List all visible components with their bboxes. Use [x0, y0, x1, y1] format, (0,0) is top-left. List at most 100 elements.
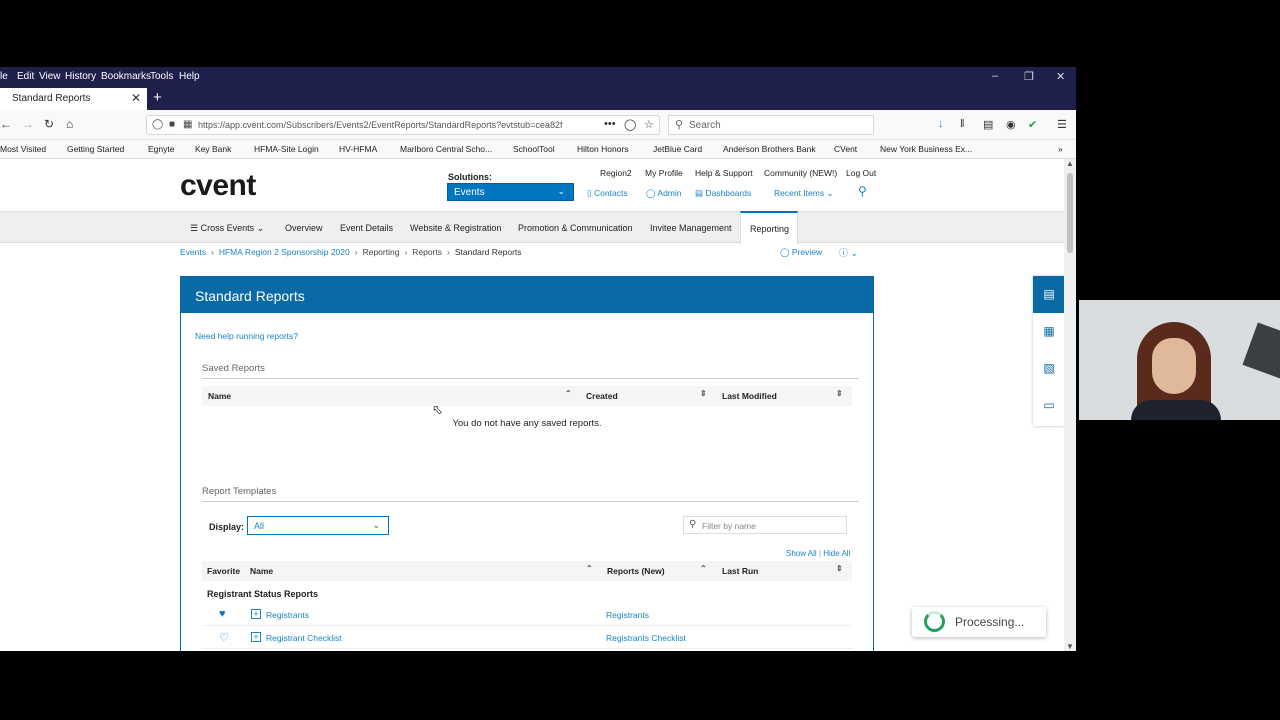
help-running-reports-link[interactable]: Need help running reports? — [195, 331, 298, 341]
cvent-logo[interactable]: cvent — [180, 169, 256, 203]
bookmark-item[interactable]: SchoolTool — [513, 144, 555, 154]
chat-icon[interactable]: ▭ — [1033, 387, 1064, 424]
minimize-icon[interactable]: – — [992, 70, 998, 82]
help-support-link[interactable]: Help & Support — [695, 168, 753, 178]
menu-view[interactable]: View — [39, 71, 61, 82]
report-name-link[interactable]: Registrants — [266, 610, 309, 620]
table-icon[interactable]: ▧ — [1033, 350, 1064, 387]
col-last-modified[interactable]: Last Modified — [722, 391, 777, 401]
sort-icon[interactable]: ⌃ — [586, 564, 593, 573]
sort-icon[interactable]: ⇕ — [836, 389, 843, 398]
back-icon[interactable]: ← — [0, 117, 12, 131]
my-profile-link[interactable]: My Profile — [645, 168, 683, 178]
nav-invitee-management[interactable]: Invitee Management — [650, 223, 732, 233]
tab-close-icon[interactable]: ✕ — [131, 91, 141, 105]
bookmark-item[interactable]: Anderson Brothers Bank — [723, 144, 816, 154]
url-bar[interactable]: ◯ ■ ▦ https://app.cvent.com/Subscribers/… — [146, 115, 660, 135]
sort-icon[interactable]: ⇕ — [700, 389, 707, 398]
browser-search-input[interactable]: ⚲ Search — [668, 115, 874, 135]
bookmark-item[interactable]: HFMA-Site Login — [254, 144, 319, 154]
account-icon[interactable]: ◉ — [1006, 118, 1016, 131]
reports-list-icon[interactable]: ▤ — [1033, 276, 1064, 313]
recent-items-link[interactable]: Recent Items ⌄ — [774, 188, 834, 199]
sort-icon[interactable]: ⌃ — [700, 564, 707, 573]
download-icon[interactable]: ↓ — [938, 118, 944, 130]
report-name-link[interactable]: Registrant Checklist — [266, 633, 342, 643]
favorite-heart-filled-icon[interactable]: ♥ — [219, 608, 226, 620]
scroll-thumb[interactable] — [1067, 173, 1073, 253]
menu-help[interactable]: Help — [179, 71, 200, 82]
bookmark-item[interactable]: Most Visited — [0, 144, 46, 154]
filter-input[interactable]: ⚲ Filter by name — [683, 516, 847, 534]
community-link[interactable]: Community (NEW!) — [764, 168, 837, 178]
bookmark-item[interactable]: Key Bank — [195, 144, 231, 154]
bookmark-item[interactable]: HV-HFMA — [339, 144, 377, 154]
preview-link[interactable]: ◯ Preview — [780, 247, 822, 258]
search-icon[interactable]: ⚲ — [858, 184, 867, 198]
pocket-icon[interactable]: ◯ — [624, 118, 636, 131]
sort-icon[interactable]: ⇕ — [836, 564, 843, 573]
hamburger-menu-icon[interactable]: ☰ — [1057, 118, 1067, 131]
bookmark-item[interactable]: Hilton Honors — [577, 144, 629, 154]
display-select[interactable]: All ⌄ — [247, 516, 389, 535]
info-icon[interactable]: ⓘ ⌄ — [839, 246, 858, 259]
col-created[interactable]: Created — [586, 391, 618, 401]
page-actions-icon[interactable]: ••• — [604, 118, 616, 130]
menu-file[interactable]: le — [0, 71, 8, 82]
reload-icon[interactable]: ↻ — [44, 117, 54, 131]
breadcrumb-reporting[interactable]: Reporting — [363, 247, 400, 257]
report-new-link[interactable]: Registrants — [606, 610, 649, 620]
bookmark-item[interactable]: JetBlue Card — [653, 144, 702, 154]
col-template-name[interactable]: Name — [250, 566, 273, 576]
bookmark-item[interactable]: Marlboro Central Scho... — [400, 144, 492, 154]
nav-overview[interactable]: Overview — [285, 223, 323, 233]
show-all-link[interactable]: Show All — [786, 549, 817, 558]
hide-all-link[interactable]: Hide All — [823, 549, 850, 558]
breadcrumb-reports[interactable]: Reports — [412, 247, 442, 257]
calendar-icon[interactable]: ▦ — [1033, 313, 1064, 350]
logout-link[interactable]: Log Out — [846, 168, 876, 178]
nav-event-details[interactable]: Event Details — [340, 223, 393, 233]
scroll-down-icon[interactable]: ▼ — [1066, 642, 1074, 651]
sidebar-icon[interactable]: ▤ — [983, 118, 993, 131]
favorite-heart-outline-icon[interactable]: ♡ — [219, 631, 229, 644]
close-window-icon[interactable]: ✕ — [1056, 70, 1065, 83]
contacts-link[interactable]: ▯ Contacts — [587, 188, 628, 199]
menu-edit[interactable]: Edit — [17, 71, 34, 82]
bookmark-item[interactable]: Egnyte — [148, 144, 174, 154]
bookmark-item[interactable]: CVent — [834, 144, 857, 154]
vertical-scrollbar[interactable]: ▲ ▼ — [1064, 159, 1076, 651]
restore-icon[interactable]: ❐ — [1024, 70, 1034, 83]
nav-promotion-communication[interactable]: Promotion & Communication — [518, 223, 633, 233]
nav-reporting[interactable]: Reporting — [740, 211, 798, 244]
browser-tab[interactable]: Standard Reports ✕ — [0, 88, 147, 110]
bookmark-item[interactable]: New York Business Ex... — [880, 144, 972, 154]
expand-icon[interactable]: + — [251, 632, 261, 642]
star-icon[interactable]: ☆ — [644, 118, 654, 131]
admin-link[interactable]: ◯ Admin — [646, 188, 682, 199]
menu-tools[interactable]: Tools — [150, 71, 173, 82]
menu-history[interactable]: History — [65, 71, 96, 82]
col-name[interactable]: Name — [208, 391, 231, 401]
extension-icon[interactable]: ✔ — [1028, 118, 1037, 131]
nav-website-registration[interactable]: Website & Registration — [410, 223, 501, 233]
new-tab-icon[interactable]: + — [153, 89, 162, 106]
sort-icon[interactable]: ⌃ — [565, 389, 572, 398]
forward-icon[interactable]: → — [22, 117, 34, 131]
col-last-run[interactable]: Last Run — [722, 566, 758, 576]
col-favorite[interactable]: Favorite — [207, 566, 240, 576]
col-reports-new[interactable]: Reports (New) — [607, 566, 665, 576]
breadcrumb-events[interactable]: Events — [180, 247, 206, 257]
library-icon[interactable]: ‖ — [960, 118, 965, 130]
breadcrumb-event[interactable]: HFMA Region 2 Sponsorship 2020 — [219, 247, 350, 257]
region-link[interactable]: Region2 — [600, 168, 632, 178]
report-new-link[interactable]: Registrants Checklist — [606, 633, 686, 643]
expand-icon[interactable]: + — [251, 609, 261, 619]
home-icon[interactable]: ⌂ — [66, 117, 73, 131]
menu-bookmarks[interactable]: Bookmarks — [101, 71, 151, 82]
scroll-up-icon[interactable]: ▲ — [1066, 159, 1074, 168]
dashboards-link[interactable]: ▤ Dashboards — [695, 188, 751, 199]
bookmarks-overflow-icon[interactable]: » — [1058, 144, 1063, 154]
solutions-select[interactable]: Events ⌄ — [447, 183, 574, 201]
nav-cross-events[interactable]: ☰ Cross Events ⌄ — [190, 223, 264, 234]
